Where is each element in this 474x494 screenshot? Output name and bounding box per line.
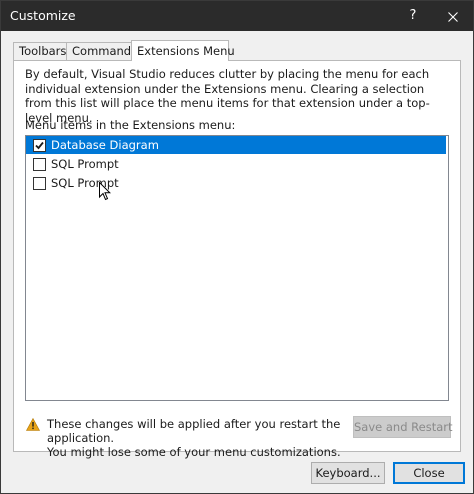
warning-line-2: You might lose some of your menu customi…	[47, 445, 341, 459]
extensions-listbox[interactable]: Database Diagram SQL Prompt SQL Prompt	[25, 135, 449, 401]
list-label: Menu items in the Extensions menu:	[25, 118, 236, 132]
save-and-restart-button[interactable]: Save and Restart	[353, 416, 453, 438]
list-item-database-diagram[interactable]: Database Diagram	[26, 136, 446, 154]
checkbox-sql-prompt[interactable]	[33, 158, 46, 171]
list-item-sql-prompt[interactable]: SQL Prompt	[26, 155, 446, 173]
close-icon	[448, 11, 458, 22]
help-button[interactable]: ?	[393, 1, 433, 31]
warning-line-1: These changes will be applied after you …	[47, 417, 341, 445]
close-window-button[interactable]	[433, 1, 473, 31]
customize-dialog: Customize ? Toolbars Commands Extensions…	[0, 0, 474, 494]
warning-message: These changes will be applied after you …	[47, 417, 357, 459]
tab-toolbars[interactable]: Toolbars	[13, 42, 67, 60]
tab-extensions-menu[interactable]: Extensions Menu	[131, 40, 235, 61]
title-bar: Customize ?	[1, 1, 473, 31]
checkmark-icon	[35, 141, 44, 150]
tab-commands[interactable]: Commands	[66, 42, 137, 60]
description-text: By default, Visual Studio reduces clutte…	[25, 67, 430, 125]
checkbox-sql-prompt-2[interactable]	[33, 177, 46, 190]
list-item-sql-prompt-2[interactable]: SQL Prompt	[26, 174, 446, 192]
list-item-label: SQL Prompt	[51, 157, 119, 171]
close-button[interactable]: Close	[393, 462, 465, 484]
checkbox-database-diagram[interactable]	[33, 139, 46, 152]
window-title: Customize	[10, 8, 76, 23]
extensions-menu-panel: By default, Visual Studio reduces clutte…	[13, 60, 461, 459]
mouse-cursor-icon	[99, 181, 112, 204]
list-item-label: Database Diagram	[51, 138, 159, 152]
warning-icon	[25, 417, 41, 434]
keyboard-button[interactable]: Keyboard...	[311, 462, 385, 484]
